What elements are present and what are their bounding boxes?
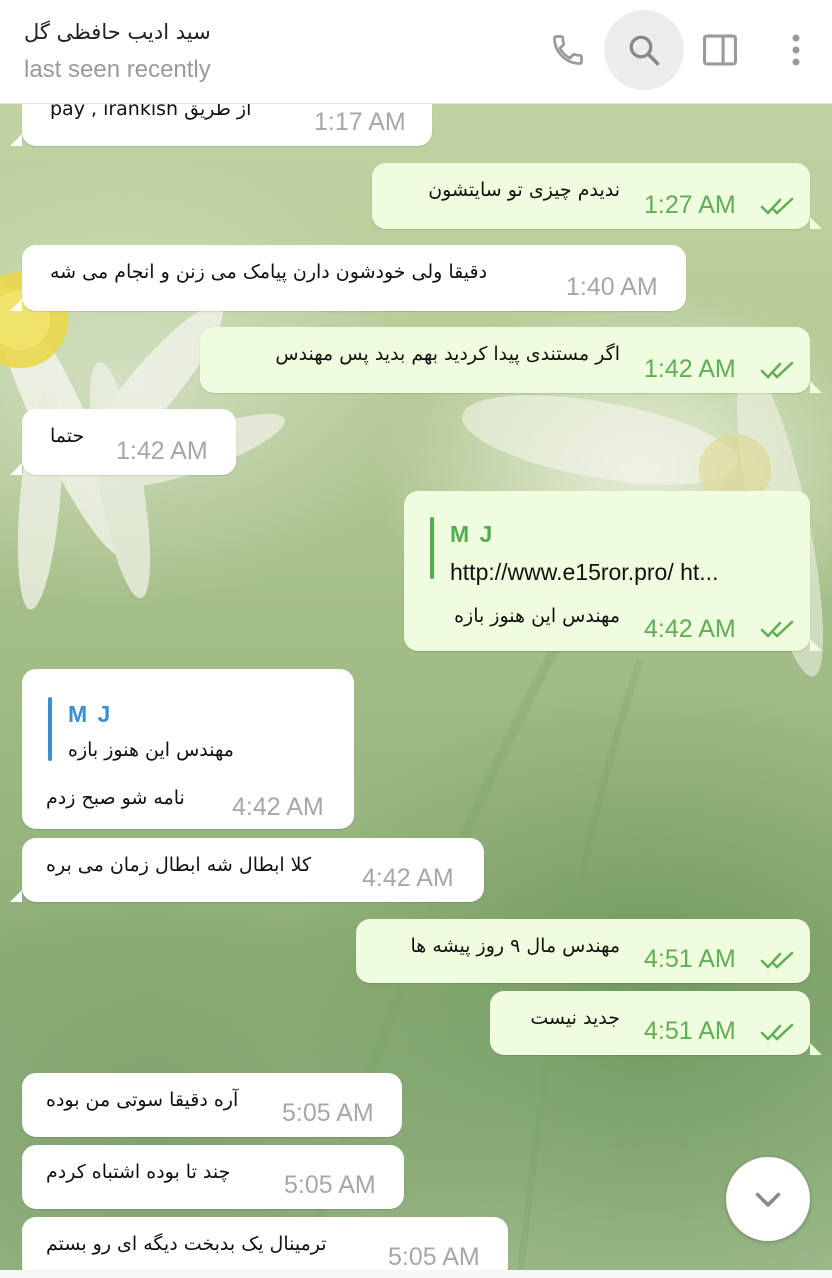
message-bubble-outgoing[interactable]: M J http://www.e15ror.pro/ ht... مهندس ا… [404, 491, 822, 651]
message-bubble-outgoing[interactable]: جدید نیست 4:51 AM [490, 991, 822, 1055]
message-time: 5:05 AM [284, 1171, 376, 1199]
message-time: 4:51 AM [644, 945, 736, 973]
message-bubble-incoming[interactable]: دقیقا ولی خودشون دارن پیامک می زنن و انج… [10, 245, 686, 311]
reply-text: مهندس این هنوز بازه [68, 739, 234, 761]
message-time: 4:42 AM [362, 864, 454, 892]
reply-author[interactable]: M J [68, 701, 112, 728]
message-text: حتما [50, 425, 85, 447]
last-seen-status: last seen recently [24, 56, 211, 83]
sidebar-toggle-icon [703, 34, 737, 66]
message-bubble-outgoing[interactable]: اگر مستندی پیدا کردید بهم بدید پس مهندس … [200, 327, 822, 393]
bubble-tail [810, 381, 822, 393]
message-text: مهندس مال ۹ روز پیشه ها [410, 935, 620, 957]
message-text: مهندس این هنوز بازه [454, 605, 620, 627]
message-time: 1:27 AM [644, 191, 736, 219]
search-icon [629, 35, 660, 66]
message-bubble-outgoing[interactable]: مهندس مال ۹ روز پیشه ها 4:51 AM [356, 919, 810, 983]
message-text: آره دقیقا سوتی من بوده [46, 1089, 239, 1111]
message-text: جدید نیست [530, 1007, 620, 1029]
bubble-tail [10, 134, 22, 146]
chevron-down-icon [755, 1192, 781, 1207]
message-time: 4:42 AM [644, 615, 736, 643]
chat-title[interactable]: سید ادیب حافظی گل [24, 20, 324, 44]
message-text: ندیدم چیزی تو سایتشون [428, 179, 620, 201]
link-url[interactable]: http://www.e15ror.pro/ ht... [450, 559, 718, 586]
double-check-icon [760, 361, 794, 379]
message-time: 1:42 AM [116, 437, 208, 465]
call-button[interactable] [546, 22, 590, 78]
bubble-tail [10, 463, 22, 475]
message-bubble-incoming[interactable]: آره دقیقا سوتی من بوده 5:05 AM [22, 1073, 402, 1137]
message-bubble-incoming[interactable]: حتما 1:42 AM [10, 409, 236, 475]
message-text: نامه شو صبح زدم [46, 787, 185, 809]
double-check-icon [760, 620, 794, 638]
bubble-tail [10, 299, 22, 311]
bubble-tail [810, 1043, 822, 1055]
composer-edge [0, 1270, 832, 1278]
message-text: ترمینال یک بدبخت دیگه ای رو بستم [46, 1233, 327, 1255]
chat-header: سید ادیب حافظی گل last seen recently [0, 0, 832, 104]
more-vertical-icon [792, 34, 800, 66]
message-time: 4:42 AM [232, 793, 324, 821]
reply-accent [48, 697, 52, 761]
message-list[interactable]: از طریق pay , irankish 1:17 AM ندیدم چیز… [0, 0, 832, 1278]
message-time: 4:51 AM [644, 1017, 736, 1045]
bubble-tail [810, 217, 822, 229]
message-bubble-incoming[interactable]: کلا ابطال شه ابطال زمان می بره 4:42 AM [10, 838, 484, 902]
search-button[interactable] [604, 10, 684, 90]
more-options-button[interactable] [774, 22, 818, 78]
phone-icon [553, 35, 583, 65]
message-text: دقیقا ولی خودشون دارن پیامک می زنن و انج… [50, 261, 488, 283]
bubble-tail [10, 890, 22, 902]
message-bubble-incoming[interactable]: ترمینال یک بدبخت دیگه ای رو بستم 5:05 AM [22, 1217, 508, 1278]
message-time: 1:40 AM [566, 273, 658, 301]
bubble-tail [810, 639, 822, 651]
double-check-icon [760, 951, 794, 969]
double-check-icon [760, 1023, 794, 1041]
double-check-icon [760, 197, 794, 215]
scroll-to-bottom-button[interactable] [726, 1157, 810, 1241]
message-text: اگر مستندی پیدا کردید بهم بدید پس مهندس [275, 343, 620, 365]
message-bubble-incoming[interactable]: M J مهندس این هنوز بازه نامه شو صبح زدم … [22, 669, 354, 829]
message-bubble-outgoing[interactable]: ندیدم چیزی تو سایتشون 1:27 AM [372, 163, 822, 229]
message-bubble-incoming[interactable]: چند تا بوده اشتباه کردم 5:05 AM [22, 1145, 404, 1209]
message-time: 1:17 AM [314, 108, 406, 136]
message-text: کلا ابطال شه ابطال زمان می بره [46, 854, 312, 876]
message-time: 5:05 AM [282, 1099, 374, 1127]
message-time: 1:42 AM [644, 355, 736, 383]
link-preview-accent [430, 517, 434, 579]
sidebar-toggle-button[interactable] [698, 22, 742, 78]
link-preview-title: M J [450, 521, 495, 547]
message-time: 5:05 AM [388, 1243, 480, 1271]
message-text: چند تا بوده اشتباه کردم [46, 1161, 231, 1183]
